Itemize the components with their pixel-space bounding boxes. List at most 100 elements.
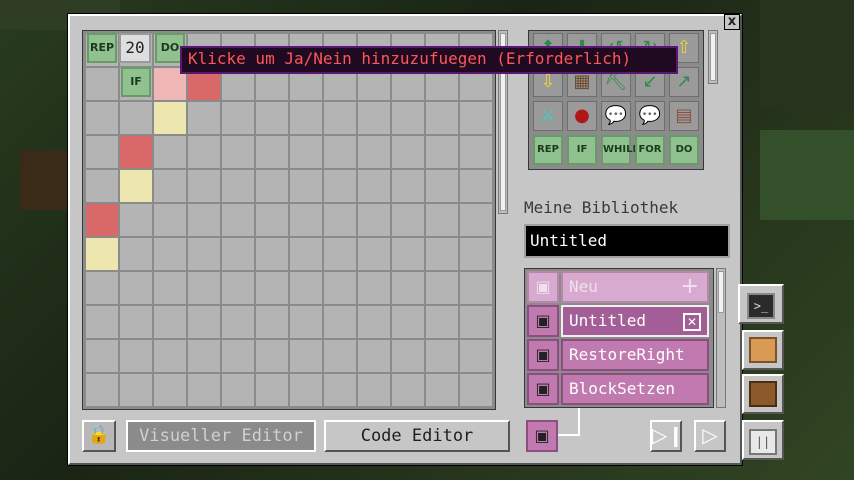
grid-cell[interactable]: [187, 169, 221, 203]
grid-cell[interactable]: [357, 101, 391, 135]
grid-cell[interactable]: [153, 305, 187, 339]
grid-cell[interactable]: [391, 305, 425, 339]
grid-cell[interactable]: [119, 373, 153, 407]
redstone-icon[interactable]: ●: [567, 101, 597, 131]
grid-cell[interactable]: [425, 101, 459, 135]
logic-block-do[interactable]: DO: [669, 135, 699, 165]
lock-button[interactable]: 🔒: [82, 420, 116, 452]
grid-cell[interactable]: [255, 135, 289, 169]
grid-cell[interactable]: [425, 203, 459, 237]
grid-cell[interactable]: [153, 271, 187, 305]
grid-cell[interactable]: [119, 271, 153, 305]
save-to-library-button[interactable]: ▣: [526, 420, 558, 452]
code-editor-tab[interactable]: Code Editor: [324, 420, 510, 452]
grid-cell[interactable]: [459, 237, 493, 271]
grid-cell[interactable]: [425, 237, 459, 271]
grid-cell[interactable]: [187, 203, 221, 237]
grid-cell[interactable]: [459, 169, 493, 203]
grid-cell[interactable]: [119, 339, 153, 373]
grid-cell[interactable]: [289, 373, 323, 407]
grid-cell[interactable]: [425, 339, 459, 373]
library-scrollbar-thumb[interactable]: [718, 271, 724, 313]
grid-cell[interactable]: [153, 373, 187, 407]
library-item-new[interactable]: ▣ Neu +: [527, 271, 711, 303]
grid-cell[interactable]: [459, 373, 493, 407]
grid-cell[interactable]: [153, 169, 187, 203]
grid-cell[interactable]: [119, 237, 153, 271]
grid-cell[interactable]: [459, 203, 493, 237]
grid-cell[interactable]: [391, 203, 425, 237]
grid-cell[interactable]: [85, 339, 119, 373]
grid-cell[interactable]: [357, 135, 391, 169]
grid-cell[interactable]: [289, 339, 323, 373]
tab-inventory[interactable]: [742, 374, 784, 414]
grid-cell[interactable]: [85, 271, 119, 305]
grid-cell[interactable]: [425, 169, 459, 203]
grid-cell[interactable]: [425, 135, 459, 169]
grid-cell[interactable]: [221, 373, 255, 407]
grid-cell[interactable]: [119, 101, 153, 135]
grid-cell[interactable]: [153, 339, 187, 373]
grid-cell[interactable]: [85, 203, 119, 237]
grid-cell[interactable]: [289, 169, 323, 203]
grid-cell[interactable]: [85, 237, 119, 271]
grid-cell[interactable]: [85, 305, 119, 339]
grid-cell[interactable]: [255, 305, 289, 339]
grid-cell[interactable]: [153, 203, 187, 237]
grid-cell[interactable]: [187, 135, 221, 169]
grid-cell[interactable]: [153, 101, 187, 135]
library-scrollbar[interactable]: [716, 268, 726, 408]
grid-cell[interactable]: [323, 373, 357, 407]
rep-block[interactable]: REP: [87, 33, 117, 63]
grid-cell[interactable]: [85, 169, 119, 203]
grid-cell[interactable]: [255, 339, 289, 373]
speech-bubble-icon[interactable]: 💬: [601, 101, 631, 131]
grid-cell[interactable]: [289, 271, 323, 305]
grid-cell[interactable]: [85, 67, 119, 101]
grid-cell[interactable]: [357, 237, 391, 271]
palette-scrollbar[interactable]: [708, 30, 718, 84]
delete-icon[interactable]: ✕: [683, 313, 701, 331]
if-block[interactable]: IF: [121, 67, 151, 97]
grid-cell[interactable]: [289, 305, 323, 339]
library-item-untitled[interactable]: ▣ Untitled ✕: [527, 305, 711, 337]
run-button[interactable]: ▷: [694, 420, 726, 452]
grid-cell[interactable]: [391, 135, 425, 169]
grid-cell[interactable]: [357, 339, 391, 373]
grid-cell[interactable]: [459, 135, 493, 169]
grid-cell[interactable]: [119, 203, 153, 237]
grid-cell[interactable]: [255, 169, 289, 203]
grid-cell[interactable]: [459, 305, 493, 339]
grid-cell[interactable]: [323, 169, 357, 203]
grid-cell[interactable]: [391, 271, 425, 305]
grid-cell[interactable]: [357, 169, 391, 203]
grid-cell[interactable]: [357, 271, 391, 305]
brick-block-icon[interactable]: ▤: [669, 101, 699, 131]
grid-cell[interactable]: [323, 237, 357, 271]
tab-terminal[interactable]: >_: [738, 284, 784, 324]
step-button[interactable]: ▷❙: [650, 420, 684, 452]
grid-cell[interactable]: [391, 373, 425, 407]
grid-cell[interactable]: [221, 169, 255, 203]
grid-cell[interactable]: [221, 339, 255, 373]
tab-robot[interactable]: [742, 330, 784, 370]
grid-cell[interactable]: [221, 101, 255, 135]
grid-cell[interactable]: [391, 237, 425, 271]
library-item-restoreright[interactable]: ▣ RestoreRight: [527, 339, 711, 371]
grid-cell[interactable]: [187, 101, 221, 135]
grid-cell[interactable]: [323, 203, 357, 237]
grid-cell[interactable]: [323, 135, 357, 169]
logic-block-for[interactable]: FOR: [635, 135, 665, 165]
grid-cell[interactable]: [85, 373, 119, 407]
grid-cell[interactable]: [255, 271, 289, 305]
grid-cell[interactable]: [323, 305, 357, 339]
grid-cell[interactable]: [153, 135, 187, 169]
grid-cell[interactable]: [187, 339, 221, 373]
grid-cell[interactable]: [323, 271, 357, 305]
grid-cell[interactable]: [459, 339, 493, 373]
grid-cell[interactable]: [187, 305, 221, 339]
grid-cell[interactable]: [187, 237, 221, 271]
grid-cell[interactable]: [119, 305, 153, 339]
grid-cell[interactable]: [425, 271, 459, 305]
logic-block-if[interactable]: IF: [567, 135, 597, 165]
